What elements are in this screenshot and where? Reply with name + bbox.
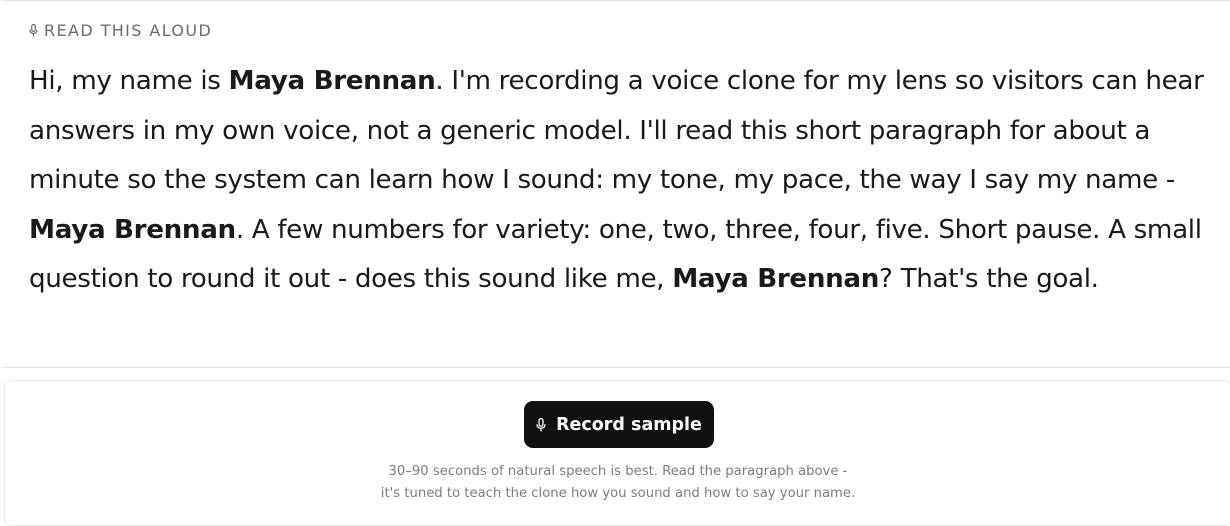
- read-aloud-label-text: READ THIS ALOUD: [44, 21, 213, 40]
- record-sample-button[interactable]: Record sample: [524, 401, 714, 448]
- speaker-name: Maya Brennan: [228, 66, 436, 96]
- recording-hint-line-1: 30–90 seconds of natural speech is best.…: [388, 464, 848, 479]
- recording-hint-line-2: it's tuned to teach the clone how you so…: [380, 486, 856, 501]
- microphone-icon: [29, 24, 38, 37]
- speaker-name: Maya Brennan: [29, 214, 236, 245]
- microphone-icon: [536, 417, 546, 432]
- script-paragraph: Hi, my name is Maya Brennan. I'm recordi…: [29, 57, 1219, 305]
- read-aloud-label: READ THIS ALOUD: [29, 21, 212, 40]
- script-segment: ? That's the goal.: [879, 264, 1099, 294]
- speaker-name: Maya Brennan: [672, 264, 880, 294]
- record-panel: Record sample 30–90 seconds of natural s…: [4, 380, 1230, 526]
- read-aloud-card: READ THIS ALOUD Hi, my name is Maya Bren…: [2, 0, 1230, 368]
- record-sample-label: Record sample: [556, 414, 702, 435]
- recording-hint: 30–90 seconds of natural speech is best.…: [5, 461, 1230, 505]
- script-segment: Hi, my name is: [29, 66, 229, 96]
